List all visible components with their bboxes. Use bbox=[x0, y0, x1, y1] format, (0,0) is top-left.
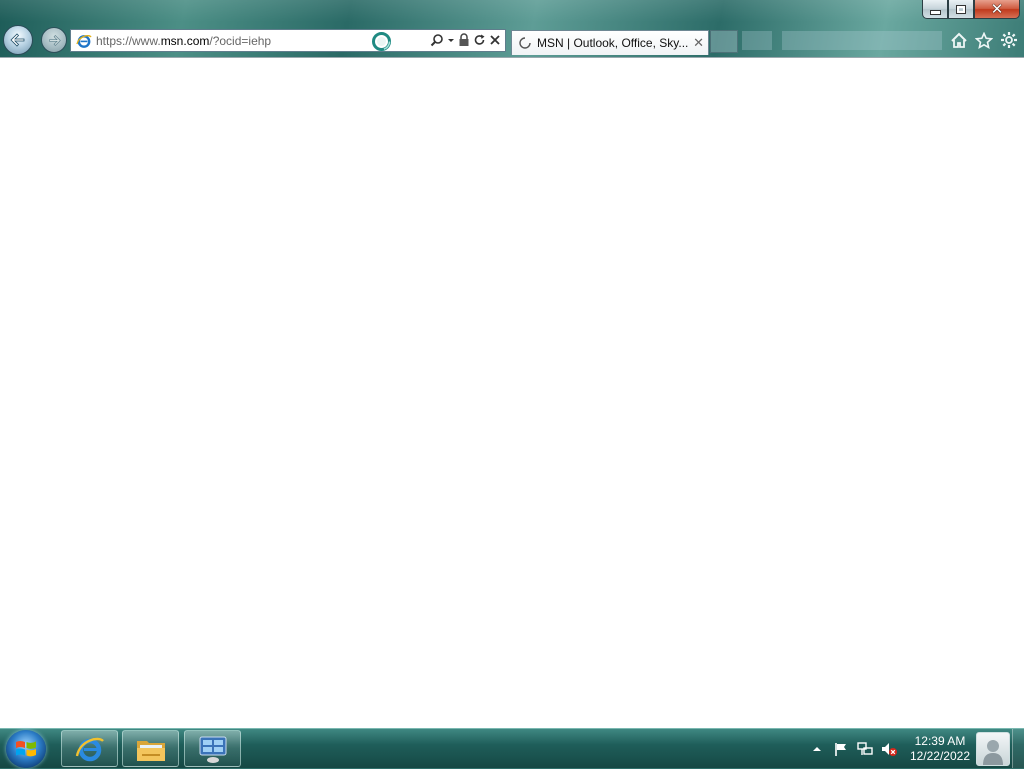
start-button[interactable] bbox=[6, 730, 46, 768]
close-icon: ✕ bbox=[990, 0, 1004, 18]
taskbar-control-panel[interactable] bbox=[184, 730, 241, 767]
forward-arrow-icon bbox=[48, 34, 61, 46]
tab-title: MSN | Outlook, Office, Sky... bbox=[537, 36, 689, 50]
close-window-button[interactable]: ✕ bbox=[974, 0, 1020, 19]
clock-time: 12:39 AM bbox=[914, 734, 966, 748]
minimize-icon bbox=[929, 9, 941, 15]
refresh-icon[interactable] bbox=[473, 33, 486, 47]
url-domain: msn.com bbox=[160, 33, 210, 48]
frame-glass-band bbox=[782, 31, 942, 50]
address-bar[interactable]: https://www.msn.com/?ocid=iehp bbox=[70, 29, 506, 52]
url-prefix: https://www. bbox=[96, 33, 161, 48]
action-center-flag-icon[interactable] bbox=[832, 740, 850, 758]
show-hidden-icons-icon[interactable] bbox=[808, 740, 826, 758]
command-icons bbox=[950, 31, 1018, 49]
restore-button[interactable] bbox=[948, 0, 974, 19]
tab-msn[interactable]: MSN | Outlook, Office, Sky... ✕ bbox=[511, 30, 709, 55]
user-silhouette-icon bbox=[983, 740, 1003, 765]
home-icon[interactable] bbox=[950, 32, 968, 49]
user-avatar[interactable] bbox=[976, 732, 1010, 766]
tab-loading-icon bbox=[519, 37, 531, 49]
back-button[interactable] bbox=[3, 25, 33, 55]
show-desktop-button[interactable] bbox=[1012, 729, 1024, 768]
favorites-star-icon[interactable] bbox=[975, 31, 993, 49]
system-tray: 12:39 AM 12/22/2022 bbox=[808, 729, 1024, 769]
lock-icon[interactable] bbox=[458, 33, 470, 47]
file-explorer-icon bbox=[136, 740, 165, 761]
taskbar-internet-explorer[interactable] bbox=[61, 730, 118, 767]
page-content[interactable] bbox=[0, 57, 1024, 728]
clock-date: 12/22/2022 bbox=[909, 749, 970, 763]
frame-glass-band bbox=[742, 31, 772, 50]
taskbar-file-explorer[interactable] bbox=[122, 730, 179, 767]
network-icon[interactable] bbox=[856, 740, 874, 758]
url-suffix: /?ocid=iehp bbox=[209, 33, 272, 48]
search-icon[interactable] bbox=[430, 33, 444, 47]
loading-spinner-icon bbox=[372, 32, 391, 51]
restore-icon bbox=[956, 4, 966, 14]
address-bar-tools bbox=[430, 33, 501, 47]
window-caption-buttons: ✕ bbox=[922, 0, 1020, 19]
forward-button[interactable] bbox=[41, 27, 67, 53]
dropdown-icon[interactable] bbox=[447, 33, 455, 47]
new-tab-button[interactable] bbox=[710, 30, 738, 53]
windows-start-icon bbox=[16, 741, 36, 757]
volume-muted-icon[interactable] bbox=[880, 740, 898, 758]
taskbar: 12:39 AM 12/22/2022 bbox=[0, 728, 1024, 768]
browser-frame: ✕ https://www.msn.com/?ocid=iehp MSN | O… bbox=[0, 0, 1024, 57]
stop-icon[interactable] bbox=[489, 33, 501, 47]
ie-icon bbox=[76, 34, 92, 48]
back-arrow-icon bbox=[10, 33, 25, 47]
control-panel-icon bbox=[199, 736, 226, 763]
url-text[interactable]: https://www.msn.com/?ocid=iehp bbox=[96, 34, 271, 48]
clock[interactable]: 12:39 AM 12/22/2022 bbox=[910, 734, 970, 764]
tab-close-icon[interactable]: ✕ bbox=[693, 35, 704, 51]
tools-gear-icon[interactable] bbox=[1000, 31, 1018, 49]
internet-explorer-icon bbox=[75, 737, 104, 761]
minimize-button[interactable] bbox=[922, 0, 948, 19]
